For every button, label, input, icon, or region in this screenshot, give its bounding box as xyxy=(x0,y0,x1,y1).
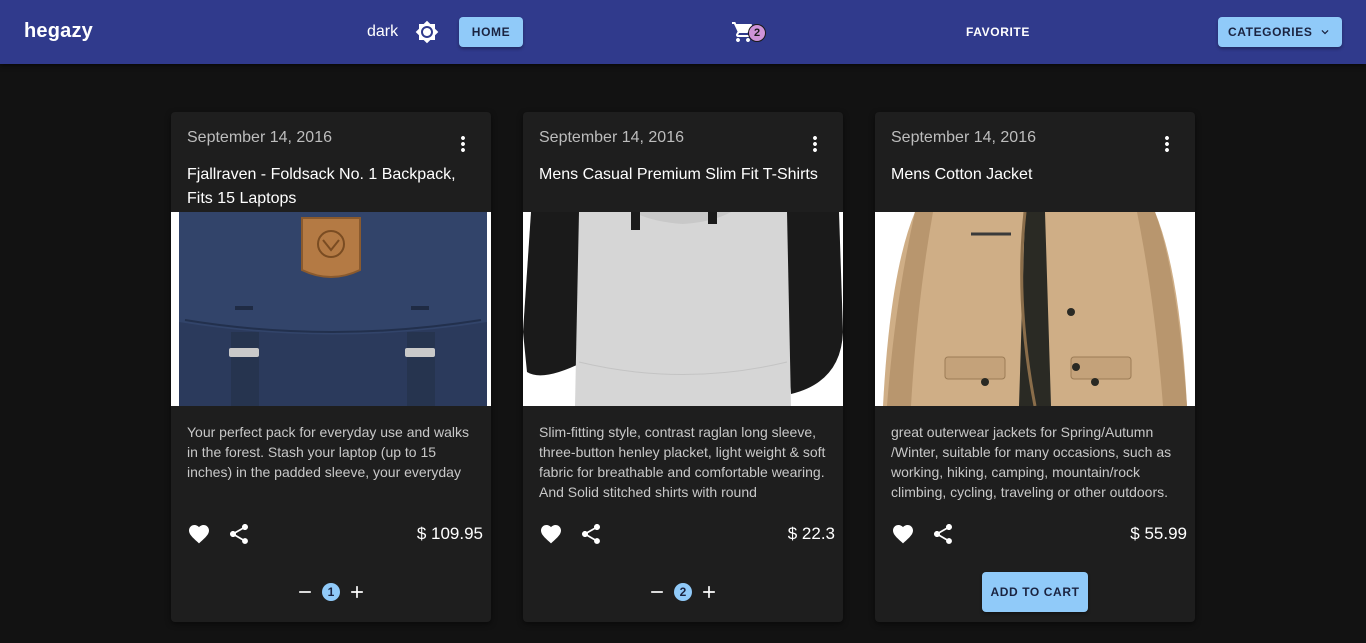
categories-dropdown-button[interactable]: CATEGORIES xyxy=(1218,17,1342,47)
product-image-jacket xyxy=(875,212,1195,406)
product-image-tshirt xyxy=(523,212,843,406)
decrease-quantity-button[interactable] xyxy=(646,581,668,603)
card-menu-button[interactable] xyxy=(451,132,475,156)
brand-logo[interactable]: hegazy xyxy=(24,20,93,43)
quantity-value: 2 xyxy=(674,583,692,601)
favorite-button[interactable] xyxy=(187,522,211,546)
quantity-stepper: 2 xyxy=(523,580,843,604)
share-icon xyxy=(582,524,600,544)
heart-icon xyxy=(541,525,561,544)
favorite-link[interactable]: FAVORITE xyxy=(958,17,1038,47)
categories-label: CATEGORIES xyxy=(1228,25,1313,39)
quantity-value: 1 xyxy=(322,583,340,601)
brightness-icon xyxy=(415,20,439,44)
card-menu-button[interactable] xyxy=(803,132,827,156)
add-to-cart-button[interactable]: ADD TO CART xyxy=(982,572,1088,612)
decrease-quantity-button[interactable] xyxy=(294,581,316,603)
share-icon xyxy=(230,524,248,544)
product-title: Fjallraven - Foldsack No. 1 Backpack, Fi… xyxy=(187,166,456,207)
product-title: Mens Casual Premium Slim Fit T-Shirts xyxy=(539,166,818,183)
heart-icon xyxy=(893,525,913,544)
product-price: $ 22.3 xyxy=(787,524,835,543)
cart-count-badge: 2 xyxy=(748,24,766,42)
product-description: Slim-fitting style, contrast raglan long… xyxy=(539,424,826,500)
cart-button[interactable]: 2 xyxy=(731,20,771,46)
theme-mode-label: dark xyxy=(367,23,399,40)
product-card: September 14, 2016 Mens Casual Premium S… xyxy=(523,112,843,622)
favorite-button[interactable] xyxy=(539,522,563,546)
product-description: Your perfect pack for everyday use and w… xyxy=(187,424,469,480)
share-button[interactable] xyxy=(579,522,603,546)
minus-icon xyxy=(651,591,663,593)
minus-icon xyxy=(299,591,311,593)
product-image-backpack xyxy=(171,212,491,406)
increase-quantity-button[interactable] xyxy=(346,581,368,603)
product-description: great outerwear jackets for Spring/Autum… xyxy=(891,424,1172,500)
product-price: $ 55.99 xyxy=(1130,524,1187,543)
plus-icon xyxy=(703,586,715,598)
theme-toggle-button[interactable] xyxy=(413,18,441,46)
product-card: September 14, 2016 Mens Cotton Jacket gr… xyxy=(875,112,1195,622)
plus-icon xyxy=(351,586,363,598)
product-date: September 14, 2016 xyxy=(539,129,684,146)
share-button[interactable] xyxy=(931,522,955,546)
chevron-down-icon xyxy=(1321,30,1329,35)
product-date: September 14, 2016 xyxy=(187,129,332,146)
share-icon xyxy=(934,524,952,544)
more-vert-icon xyxy=(813,136,817,152)
quantity-stepper: 1 xyxy=(171,580,491,604)
app-bar: hegazy dark HOME 2 FAVORITE CATEGORIES xyxy=(0,0,1366,64)
card-menu-button[interactable] xyxy=(1155,132,1179,156)
product-card: September 14, 2016 Fjallraven - Foldsack… xyxy=(171,112,491,622)
favorite-button[interactable] xyxy=(891,522,915,546)
product-date: September 14, 2016 xyxy=(891,129,1036,146)
product-price: $ 109.95 xyxy=(416,524,483,543)
share-button[interactable] xyxy=(227,522,251,546)
home-button[interactable]: HOME xyxy=(459,17,523,47)
heart-icon xyxy=(189,525,209,544)
increase-quantity-button[interactable] xyxy=(698,581,720,603)
more-vert-icon xyxy=(461,136,465,152)
product-title: Mens Cotton Jacket xyxy=(891,166,1033,183)
more-vert-icon xyxy=(1165,136,1169,152)
